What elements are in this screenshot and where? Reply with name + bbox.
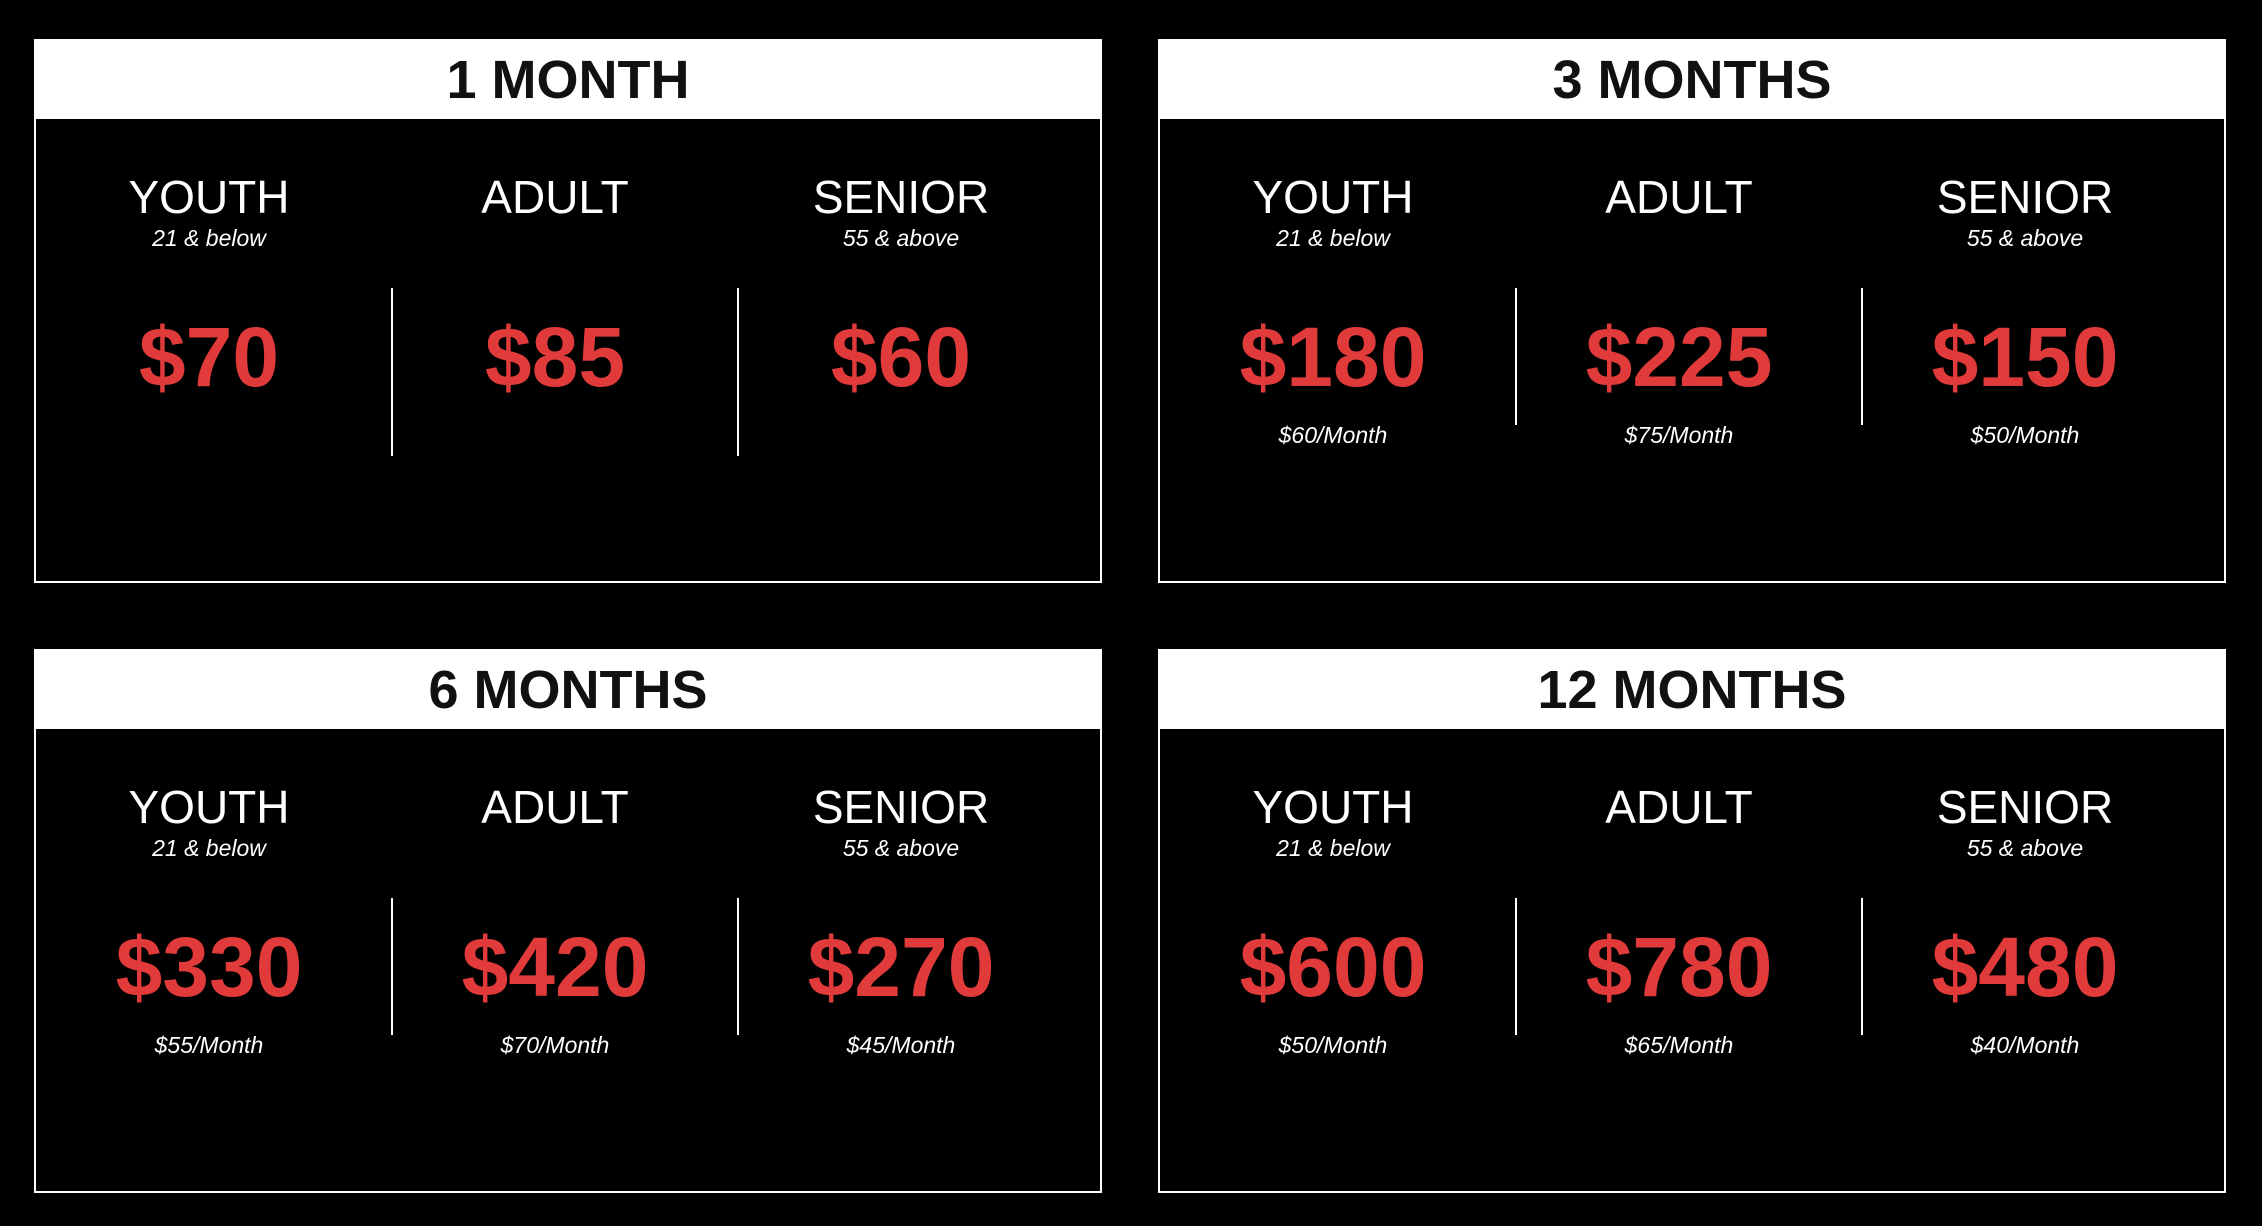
tier-name: ADULT — [1605, 781, 1753, 833]
tier-price: $270 — [807, 920, 995, 1014]
plan-title: 12 MONTHS — [1160, 651, 2224, 729]
tier-price: $70 — [138, 310, 280, 404]
tier-monthly-rate: $75/Month — [1624, 422, 1734, 448]
tier-age-note: 55 & above — [1966, 835, 2084, 861]
tier-name: SENIOR — [1936, 171, 2114, 223]
tier-name: ADULT — [481, 781, 629, 833]
tier-price: $85 — [484, 310, 626, 404]
tier-list: YOUTH 21 & below $70 ADULT $85 SENIOR 55… — [36, 119, 1100, 581]
tier-monthly-rate: $40/Month — [1970, 1032, 2080, 1058]
tier-name: ADULT — [481, 171, 629, 223]
tier-price: $330 — [115, 920, 303, 1014]
tier-list: YOUTH 21 & below $330 $55/Month ADULT $4… — [36, 729, 1100, 1191]
tier-name: YOUTH — [128, 171, 290, 223]
tier-name: SENIOR — [812, 781, 990, 833]
tier-monthly-rate: $50/Month — [1970, 422, 2080, 448]
tier-age-note: 21 & below — [1276, 835, 1390, 861]
tier-age-note: 21 & below — [1276, 225, 1390, 251]
tier-price: $60 — [830, 310, 972, 404]
tier-name: YOUTH — [1252, 171, 1414, 223]
tier-price: $780 — [1585, 920, 1773, 1014]
tier-name: YOUTH — [1252, 781, 1414, 833]
tier-monthly-rate: $50/Month — [1278, 1032, 1388, 1058]
pricing-card-3-months: 3 MONTHS YOUTH 21 & below $180 $60/Month… — [1158, 39, 2226, 583]
pricing-card-12-months: 12 MONTHS YOUTH 21 & below $600 $50/Mont… — [1158, 649, 2226, 1193]
tier-age-note: 21 & below — [152, 225, 266, 251]
pricing-card-6-months: 6 MONTHS YOUTH 21 & below $330 $55/Month… — [34, 649, 1102, 1193]
tier-age-note: 55 & above — [1966, 225, 2084, 251]
tier-age-note: 55 & above — [842, 835, 960, 861]
tier-price: $480 — [1931, 920, 2119, 1014]
plan-title: 3 MONTHS — [1160, 41, 2224, 119]
plan-title: 1 MONTH — [36, 41, 1100, 119]
tier-name: ADULT — [1605, 171, 1753, 223]
tier-age-note: 21 & below — [152, 835, 266, 861]
pricing-card-1-month: 1 MONTH YOUTH 21 & below $70 ADULT $85 S… — [34, 39, 1102, 583]
tier-monthly-rate: $70/Month — [500, 1032, 610, 1058]
tier-price: $225 — [1585, 310, 1773, 404]
tier-name: SENIOR — [812, 171, 990, 223]
tier-price: $420 — [461, 920, 649, 1014]
plan-title: 6 MONTHS — [36, 651, 1100, 729]
tier-name: YOUTH — [128, 781, 290, 833]
tier-price: $150 — [1931, 310, 2119, 404]
tier-monthly-rate: $60/Month — [1278, 422, 1388, 448]
tier-list: YOUTH 21 & below $180 $60/Month ADULT $2… — [1160, 119, 2224, 581]
tier-monthly-rate: $55/Month — [154, 1032, 264, 1058]
tier-monthly-rate: $45/Month — [846, 1032, 956, 1058]
tier-age-note: 55 & above — [842, 225, 960, 251]
tier-name: SENIOR — [1936, 781, 2114, 833]
tier-list: YOUTH 21 & below $600 $50/Month ADULT $7… — [1160, 729, 2224, 1191]
tier-price: $600 — [1239, 920, 1427, 1014]
tier-price: $180 — [1239, 310, 1427, 404]
tier-monthly-rate: $65/Month — [1624, 1032, 1734, 1058]
